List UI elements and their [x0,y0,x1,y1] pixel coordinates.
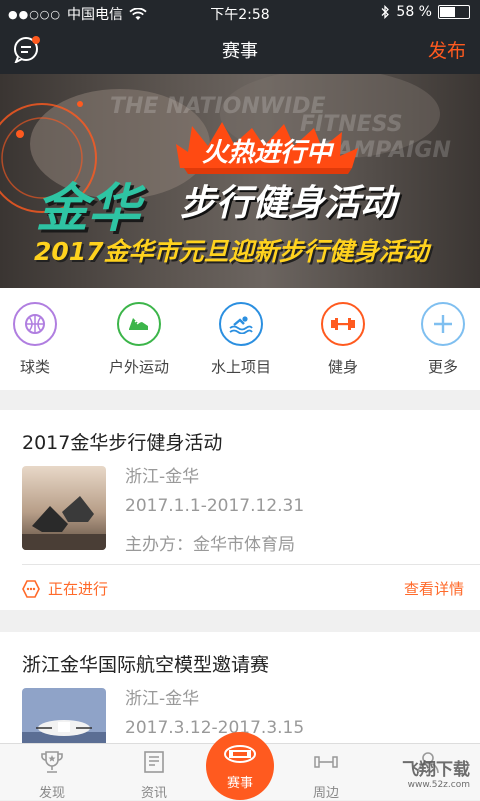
category-fitness[interactable]: 健身 [298,302,388,377]
category-row: 球类 户外运动 水上项目 健身 更多 [0,288,480,390]
category-label: 健身 [327,358,358,376]
swimming-icon [219,302,263,346]
basketball-icon [13,302,57,346]
event-title: 2017金华步行健身活动 [22,432,223,454]
status-bar: ●●○○○ 中国电信 下午2:58 58 % [0,0,480,24]
event-dates: 2017.1.1-2017.12.31 [125,496,305,516]
card-divider [22,564,480,565]
status-icon [22,579,40,598]
bluetooth-icon [381,5,390,19]
tab-label: 发现 [38,786,65,801]
publish-button[interactable]: 发布 [428,36,466,63]
battery-percent: 58 % [396,4,432,20]
tab-label: 周边 [312,786,339,801]
plus-icon [421,302,465,346]
event-status: 正在进行 [22,578,108,599]
category-label: 球类 [19,358,50,376]
trophy-icon [41,751,63,773]
tab-label: 赛事 [226,776,253,791]
event-organizer: 主办方：金华市体育局 [125,535,295,555]
category-water[interactable]: 水上项目 [196,302,286,377]
banner-subtitle: 2017金华市元旦迎新步行健身活动 [34,237,429,266]
banner-bg-text-1: THE NATIONWIDE [110,94,326,119]
dumbbell-icon [321,302,365,346]
event-location: 浙江-金华 [125,689,200,709]
tab-discover[interactable]: 发现 [12,750,92,801]
tab-label: 资讯 [140,786,167,801]
event-thumbnail [22,688,106,744]
page-title: 赛事 [222,41,258,62]
category-ball[interactable]: 球类 [0,302,80,377]
event-thumbnail [22,466,106,550]
watermark-text: 飞翔下载 [402,760,470,780]
event-card[interactable]: 浙江金华国际航空模型邀请赛 浙江-金华 2017.3.12-2017.3.15 [0,632,480,744]
watermark: 飞翔下载 www.52z.com [402,755,470,790]
hot-label: 火热进行中 [201,138,332,168]
category-label: 更多 [427,358,458,376]
banner-city: 金华 [36,179,141,239]
category-outdoor[interactable]: 户外运动 [94,302,184,377]
dumbbell-icon [314,756,338,768]
event-location: 浙江-金华 [125,467,200,487]
battery-icon [438,5,470,19]
banner-event: 步行健身活动 [180,183,397,224]
stadium-icon [224,745,256,763]
view-details-link[interactable]: 查看详情 [404,578,464,599]
news-icon [144,751,164,773]
event-title: 浙江金华国际航空模型邀请赛 [22,654,270,676]
hot-badge: 火热进行中 [172,118,362,174]
nav-bar: 赛事 发布 [0,24,480,74]
category-label: 户外运动 [108,358,169,376]
tab-nearby[interactable]: 周边 [286,750,366,801]
category-more[interactable]: 更多 [398,302,480,377]
battery-fill [440,7,456,17]
promo-banner[interactable]: THE NATIONWIDE FITNESS CAMPAIGN 火热进行中 金华… [0,74,480,288]
watermark-domain: www.52z.com [407,780,470,790]
category-label: 水上项目 [210,358,271,376]
event-status-text: 正在进行 [48,580,109,598]
tab-news[interactable]: 资讯 [114,750,194,801]
shoe-icon [117,302,161,346]
tab-events[interactable]: 赛事 [206,732,274,800]
event-card[interactable]: 2017金华步行健身活动 浙江-金华 2017.1.1-2017.12.31 主… [0,410,480,610]
